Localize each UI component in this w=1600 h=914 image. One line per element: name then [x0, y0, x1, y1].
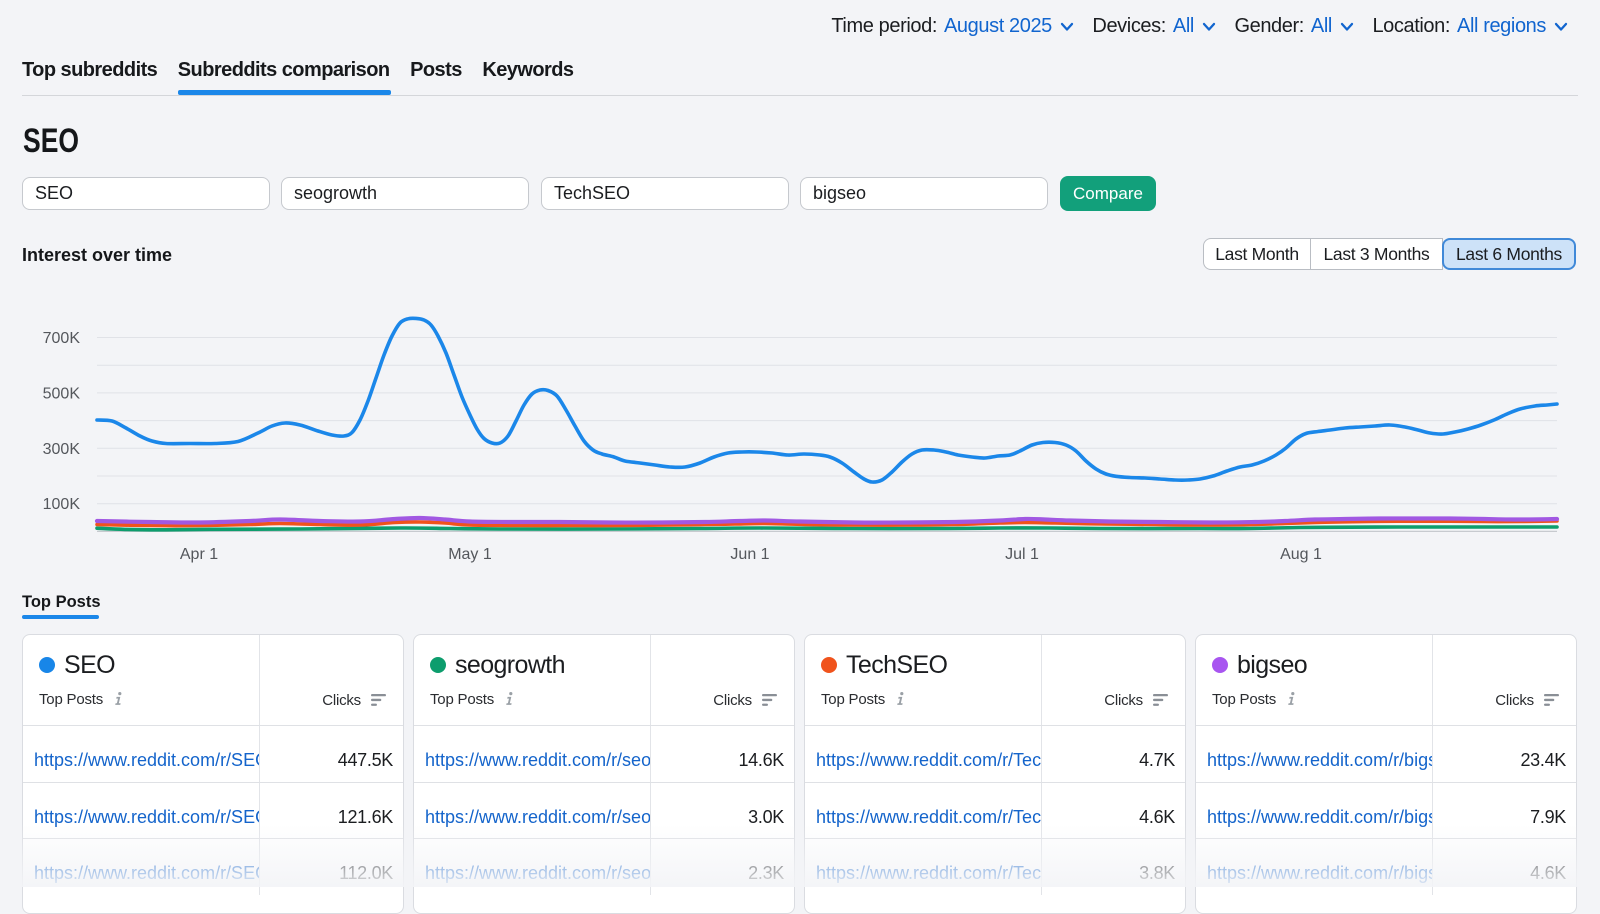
svg-text:Apr 1: Apr 1 — [180, 546, 218, 563]
svg-text:May 1: May 1 — [448, 546, 492, 563]
svg-text:Jun 1: Jun 1 — [730, 546, 769, 563]
svg-text:Aug 1: Aug 1 — [1280, 546, 1322, 563]
svg-text:500K: 500K — [43, 385, 81, 402]
svg-text:Jul 1: Jul 1 — [1005, 546, 1039, 563]
svg-text:300K: 300K — [43, 441, 81, 458]
svg-text:700K: 700K — [43, 330, 81, 347]
svg-text:100K: 100K — [43, 496, 81, 513]
